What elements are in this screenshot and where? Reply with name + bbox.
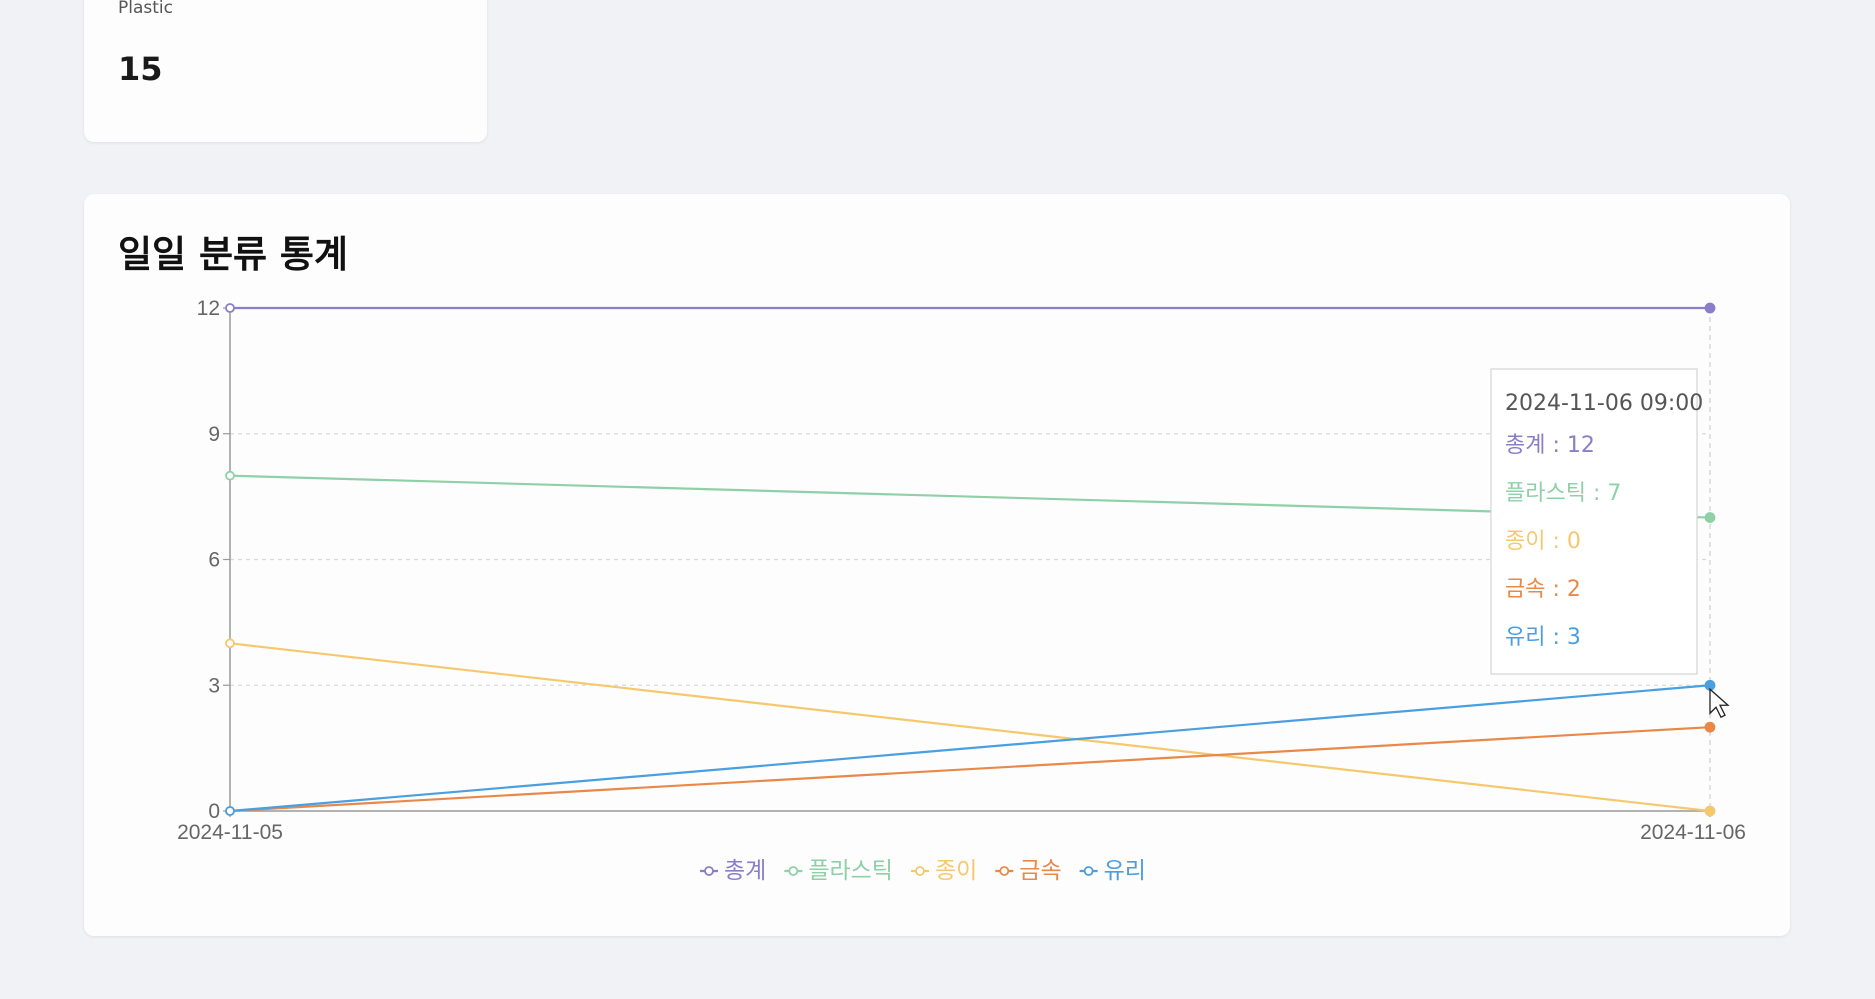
legend-label: 금속 — [1019, 858, 1061, 884]
legend-label: 종이 — [935, 858, 977, 884]
daily-stats-card: 일일 분류 통계 0 3 6 9 12 2024-11-05 2024-11-06 총계 플라스… — [84, 194, 1790, 936]
series-line-3 — [229, 726, 1711, 813]
stat-label: Plastic — [118, 0, 173, 18]
tooltip-item: 금속 : 2 — [1505, 577, 1581, 602]
series-line-4 — [229, 684, 1711, 813]
legend-swatch-marker — [999, 866, 1010, 876]
tooltip-item: 총계 : 12 — [1505, 433, 1595, 458]
data-point — [1704, 721, 1716, 733]
legend-label: 플라스틱 — [808, 858, 893, 884]
line-chart[interactable]: 0 3 6 9 12 2024-11-05 2024-11-06 총계 플라스틱 종이 금속 유리 20… — [84, 194, 1790, 936]
data-point — [1704, 512, 1716, 523]
data-point — [225, 638, 235, 649]
legend-swatch-marker — [788, 866, 799, 876]
x-tick-label: 2024-11-06 — [1640, 821, 1746, 844]
tooltip-item: 종이 : 0 — [1505, 529, 1581, 554]
legend-swatch-marker — [915, 866, 925, 876]
y-tick-label: 3 — [208, 674, 220, 697]
legend-label: 총계 — [724, 858, 766, 884]
cursor-icon — [1709, 687, 1730, 719]
tooltip-item: 유리 : 3 — [1505, 625, 1581, 650]
tooltip-item: 플라스틱 : 7 — [1505, 481, 1621, 506]
x-tick-label: 2024-11-05 — [177, 821, 283, 844]
series-line-1 — [229, 474, 1711, 519]
data-point — [1704, 805, 1716, 817]
plastic-stat-card: Plastic 15 — [84, 0, 487, 142]
tooltip-title: 2024-11-06 09:00 — [1505, 391, 1703, 416]
y-tick-label: 0 — [208, 800, 220, 823]
data-point — [225, 806, 235, 816]
y-tick-label: 6 — [208, 549, 220, 572]
legend-swatch-marker — [1083, 866, 1094, 876]
legend-label: 유리 — [1104, 858, 1146, 884]
series-line-2 — [229, 642, 1711, 813]
y-tick-label: 12 — [197, 297, 220, 320]
data-point — [1704, 302, 1716, 314]
data-point — [225, 303, 235, 313]
data-point — [225, 470, 235, 481]
y-tick-label: 9 — [208, 423, 220, 446]
stat-value: 15 — [118, 50, 163, 88]
legend-swatch-marker — [704, 866, 714, 876]
